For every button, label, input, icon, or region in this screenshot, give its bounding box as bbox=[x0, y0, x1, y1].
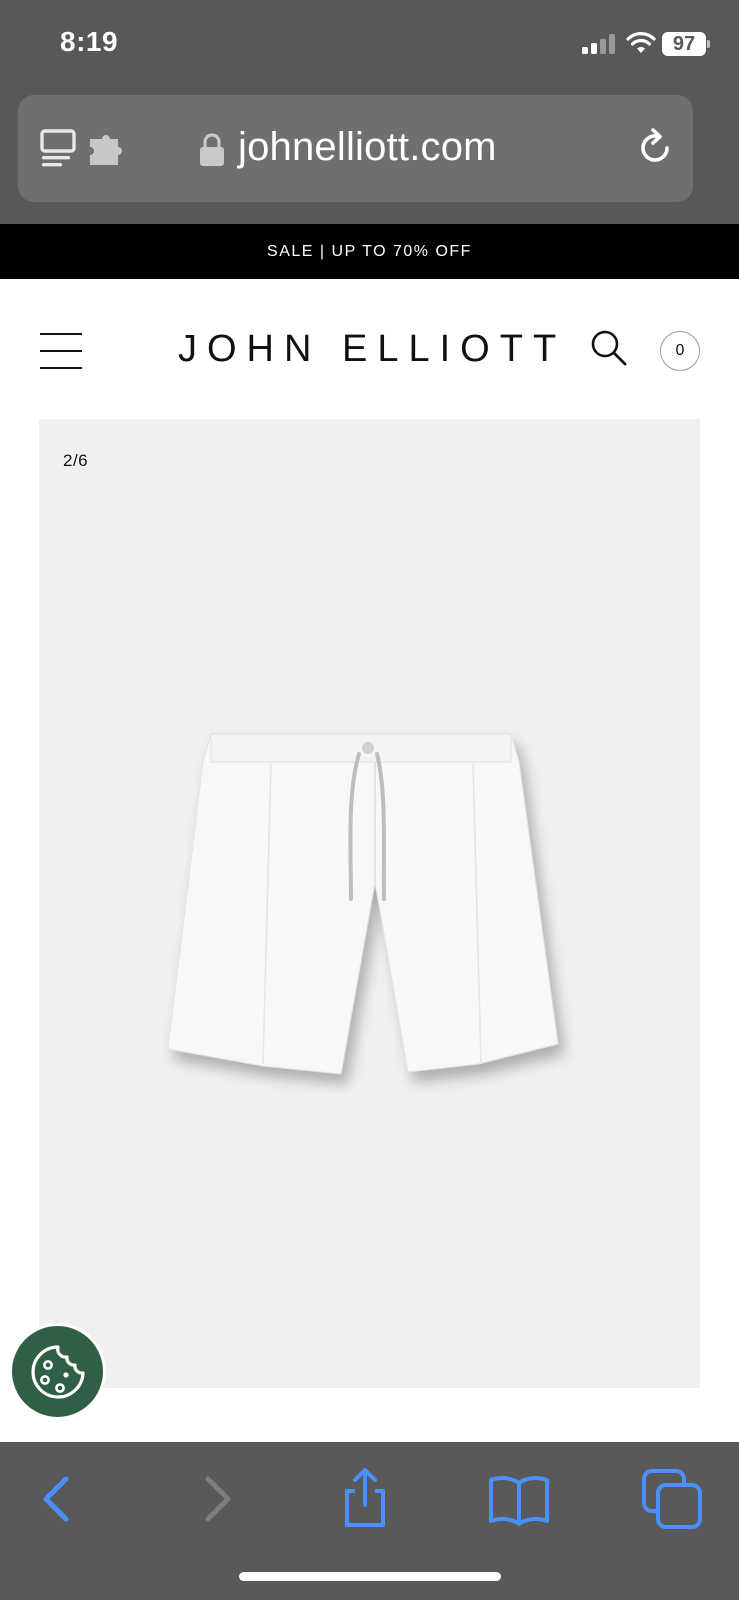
address-bar[interactable]: johnelliott.com bbox=[18, 95, 693, 202]
cookie-icon bbox=[31, 1345, 85, 1399]
signal-icon bbox=[582, 34, 616, 54]
screen: 8:19 97 johnelliott.com SALE | UP TO 70%… bbox=[0, 0, 739, 1600]
forward-icon[interactable] bbox=[184, 1467, 248, 1531]
lock-icon bbox=[200, 133, 224, 166]
back-icon[interactable] bbox=[26, 1467, 90, 1531]
status-bar: 8:19 97 bbox=[0, 0, 739, 92]
menu-icon[interactable] bbox=[40, 333, 82, 369]
battery-tip bbox=[707, 40, 710, 48]
browser-chrome: johnelliott.com bbox=[0, 92, 739, 224]
tabs-icon[interactable] bbox=[640, 1467, 704, 1531]
battery-icon: 97 bbox=[662, 32, 706, 56]
product-gallery[interactable]: 2/6 bbox=[39, 419, 700, 1388]
home-indicator[interactable] bbox=[239, 1572, 501, 1581]
reader-icon[interactable] bbox=[40, 129, 80, 169]
product-image[interactable] bbox=[163, 714, 583, 1094]
url-text[interactable]: johnelliott.com bbox=[238, 125, 497, 170]
wifi-icon bbox=[626, 32, 656, 53]
site-header: JOHN ELLIOTT 0 bbox=[0, 279, 739, 419]
extension-icon[interactable] bbox=[88, 135, 128, 167]
gallery-counter: 2/6 bbox=[63, 451, 89, 470]
cart-button[interactable]: 0 bbox=[660, 331, 700, 371]
search-icon[interactable] bbox=[590, 329, 628, 367]
cookie-settings-button[interactable] bbox=[9, 1323, 106, 1420]
brand-logo[interactable]: JOHN ELLIOTT bbox=[178, 328, 566, 371]
share-icon[interactable] bbox=[333, 1467, 397, 1531]
bookmarks-icon[interactable] bbox=[487, 1467, 551, 1531]
promo-banner[interactable]: SALE | UP TO 70% OFF bbox=[0, 224, 739, 279]
reload-icon[interactable] bbox=[634, 127, 676, 169]
browser-toolbar bbox=[0, 1442, 739, 1600]
status-time: 8:19 bbox=[60, 26, 119, 57]
